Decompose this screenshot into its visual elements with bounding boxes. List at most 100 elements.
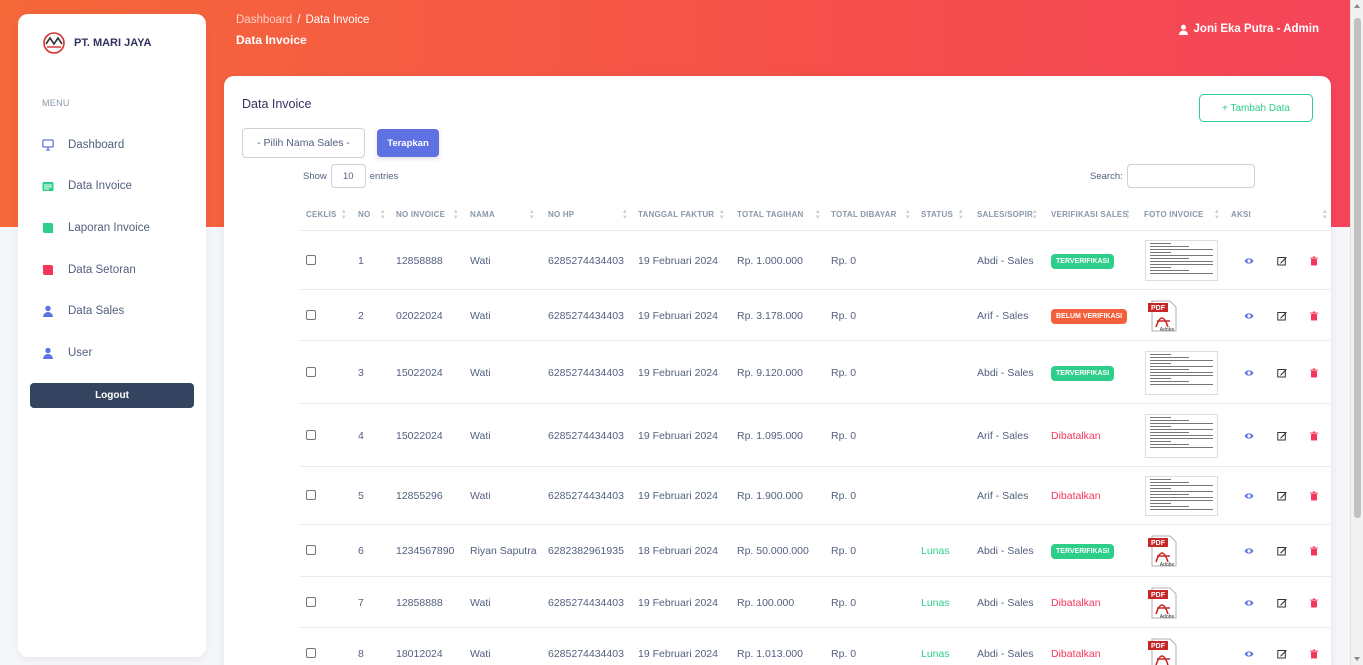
row-checkbox[interactable] (306, 366, 316, 377)
row-checkbox[interactable] (306, 254, 316, 265)
view-icon[interactable] (1242, 309, 1256, 323)
invoice-photo-thumbnail[interactable] (1145, 476, 1218, 516)
column-header-no-hp[interactable]: No HP (548, 210, 574, 219)
column-header-sales-sopir[interactable]: Sales/Sopir (977, 210, 1033, 219)
column-header-tanggal-faktur[interactable]: Tanggal Faktur (638, 210, 714, 219)
cell-phone: 6285274434403 (548, 596, 624, 609)
edit-icon[interactable] (1275, 254, 1289, 268)
view-icon[interactable] (1242, 429, 1256, 443)
cell-sales: Abdi - Sales (977, 647, 1034, 660)
row-checkbox[interactable] (306, 490, 316, 500)
view-icon[interactable] (1242, 366, 1256, 380)
cell-no: 2 (358, 309, 364, 322)
sort-icon[interactable]: ▴ ▾ (623, 208, 627, 221)
sort-icon[interactable]: ▴ ▾ (1215, 208, 1219, 221)
invoice-photo-thumbnail[interactable] (1145, 240, 1218, 281)
pdf-file-icon[interactable]: PDFAdobe (1146, 299, 1180, 333)
edit-icon[interactable] (1275, 647, 1289, 661)
cell-no: 6 (358, 545, 364, 557)
delete-icon[interactable] (1307, 366, 1321, 380)
cell-total-bill: Rp. 3.178.000 (737, 309, 803, 322)
row-checkbox[interactable] (306, 545, 316, 555)
scrollbar-thumb[interactable] (1354, 18, 1361, 518)
edit-icon[interactable] (1275, 309, 1289, 323)
apply-button[interactable]: Terapkan (377, 129, 439, 157)
sort-icon[interactable]: ▴ ▾ (530, 208, 534, 221)
entries-select[interactable]: 10 (330, 164, 366, 188)
sidebar-item-laporan-invoice[interactable]: Laporan Invoice (42, 207, 202, 249)
column-header-status[interactable]: Status (921, 210, 953, 219)
user-menu[interactable]: Joni Eka Putra - Admin (1178, 23, 1319, 35)
view-icon[interactable] (1242, 647, 1256, 661)
edit-icon[interactable] (1275, 489, 1289, 503)
cell-total-bill: Rp. 50.000.000 (737, 545, 809, 557)
column-header-total-dibayar[interactable]: Total Dibayar (831, 210, 897, 219)
sort-icon[interactable]: ▴ ▾ (816, 208, 820, 221)
search-input[interactable] (1126, 164, 1255, 188)
column-header-aksi[interactable]: Aksi (1231, 210, 1251, 219)
delete-icon (1310, 368, 1318, 377)
cell-phone: 6285274434403 (548, 309, 624, 322)
invoice-photo-thumbnail[interactable] (1145, 350, 1218, 395)
row-checkbox[interactable] (306, 429, 316, 440)
delete-icon[interactable] (1307, 647, 1321, 661)
sidebar-item-data-sales[interactable]: Data Sales (42, 290, 202, 332)
column-header-no[interactable]: No (358, 210, 370, 219)
logout-button[interactable]: Logout (30, 383, 194, 408)
delete-icon[interactable] (1307, 254, 1321, 268)
page-scrollbar[interactable] (1350, 0, 1363, 665)
invoice-photo-thumbnail[interactable] (1145, 413, 1218, 458)
row-checkbox[interactable] (306, 309, 316, 320)
column-header-total-tagihan[interactable]: Total Tagihan (737, 210, 803, 219)
sidebar-item-label: User (68, 346, 93, 359)
sort-icon[interactable]: ▴ ▾ (906, 208, 910, 221)
add-data-button[interactable]: + Tambah Data (1199, 94, 1313, 122)
sort-icon[interactable]: ▴ ▾ (381, 208, 385, 221)
user-icon (1178, 24, 1188, 35)
edit-icon[interactable] (1275, 544, 1289, 558)
pdf-file-icon[interactable]: PDFAdobe (1146, 586, 1180, 620)
row-checkbox[interactable] (306, 647, 316, 658)
view-icon[interactable] (1242, 596, 1256, 610)
column-header-verifikasi-sales[interactable]: Verifikasi Sales (1051, 210, 1128, 219)
sort-icon[interactable]: ▴ ▾ (342, 208, 346, 221)
breadcrumb-item-dashboard[interactable]: Dashboard (236, 14, 292, 26)
column-header-foto-invoice[interactable]: Foto Invoice (1144, 210, 1204, 219)
sidebar-item-data-setoran[interactable]: Data Setoran (42, 249, 202, 291)
scroll-down-arrow-icon[interactable] (1354, 657, 1360, 661)
view-icon[interactable] (1242, 489, 1256, 503)
column-header-nama[interactable]: Nama (470, 210, 495, 219)
cell-name: Wati (470, 647, 491, 660)
delete-icon[interactable] (1307, 596, 1321, 610)
delete-icon[interactable] (1307, 544, 1321, 558)
column-header-no-invoice[interactable]: No Invoice (396, 210, 445, 219)
edit-icon[interactable] (1275, 596, 1289, 610)
edit-icon[interactable] (1275, 429, 1289, 443)
sidebar-item-dashboard[interactable]: Dashboard (42, 124, 202, 166)
sales-select[interactable]: - Pilih Nama Sales - (242, 128, 365, 158)
delete-icon[interactable] (1307, 429, 1321, 443)
table-row: 6 1234567890 Riyan Saputra 6282382961935 18 … (300, 524, 1331, 576)
sort-icon[interactable]: ▴ ▾ (720, 208, 724, 221)
sort-icon[interactable]: ▴ ▾ (1126, 208, 1130, 221)
brand[interactable]: PT. MARI JAYA (42, 32, 151, 54)
delete-icon[interactable] (1307, 309, 1321, 323)
cell-total-paid: Rp. 0 (831, 366, 857, 379)
delete-icon (1310, 491, 1318, 501)
row-checkbox[interactable] (306, 596, 316, 607)
cell-name: Riyan Saputra (470, 545, 537, 557)
scroll-up-arrow-icon[interactable] (1354, 4, 1360, 8)
view-icon[interactable] (1242, 254, 1256, 268)
sort-icon[interactable]: ▴ ▾ (959, 208, 963, 221)
delete-icon[interactable] (1307, 489, 1321, 503)
edit-icon[interactable] (1275, 366, 1289, 380)
pdf-file-icon[interactable]: PDFAdobe (1146, 637, 1180, 665)
sort-icon[interactable]: ▴ ▾ (454, 208, 458, 221)
sidebar-item-user[interactable]: User (42, 332, 202, 374)
view-icon[interactable] (1242, 544, 1256, 558)
pdf-file-icon[interactable]: PDFAdobe (1146, 534, 1180, 568)
sidebar-item-data-invoice[interactable]: Data Invoice (42, 166, 202, 208)
sort-icon[interactable]: ▴ ▾ (1323, 208, 1327, 221)
sort-icon[interactable]: ▴ ▾ (1033, 208, 1037, 221)
column-header-ceklis[interactable]: Ceklis (306, 210, 337, 219)
